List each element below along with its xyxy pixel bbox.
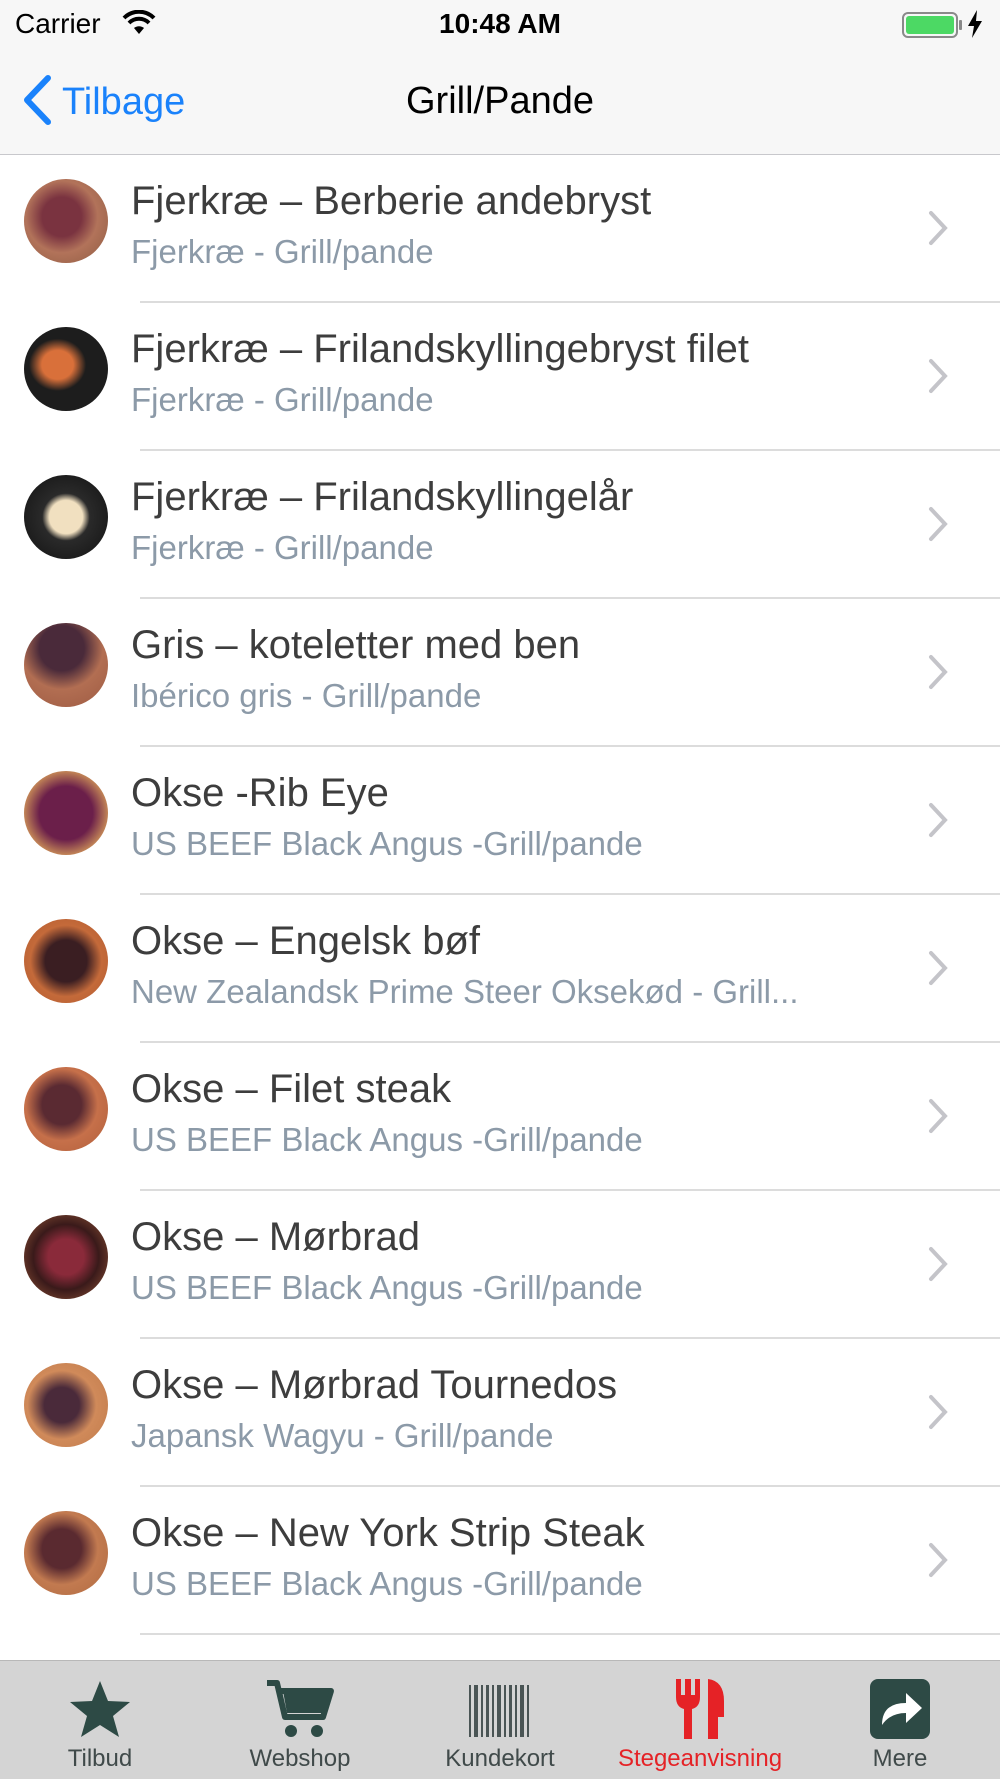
chevron-right-icon (928, 358, 948, 399)
tab-label: Kundekort (445, 1745, 555, 1772)
item-subtitle: US BEEF Black Angus -Grill/pande (131, 1269, 643, 1306)
list-item[interactable]: Okse – New York Strip Steak US BEEF Blac… (0, 1487, 1000, 1635)
list-item[interactable]: Fjerkræ – Frilandskyllingelår Fjerkræ - … (0, 451, 1000, 599)
item-subtitle: Fjerkræ - Grill/pande (131, 529, 434, 566)
list-item[interactable]: Okse – Engelsk bøf New Zealandsk Prime S… (0, 895, 1000, 1043)
fork-knife-icon (600, 1677, 800, 1741)
chevron-right-icon (928, 1394, 948, 1435)
cart-icon (200, 1677, 400, 1741)
tab-tilbud[interactable]: Tilbud (0, 1661, 200, 1779)
tab-kundekort[interactable]: Kundekort (400, 1661, 600, 1779)
item-title: Okse – Mørbrad Tournedos (131, 1363, 618, 1407)
thumbnail-image (24, 623, 108, 707)
item-title: Okse -Rib Eye (131, 771, 389, 815)
tab-webshop[interactable]: Webshop (200, 1661, 400, 1779)
list-item[interactable]: Fjerkræ – Frilandskyllingebryst filet Fj… (0, 303, 1000, 451)
thumbnail-image (24, 1363, 108, 1447)
item-title: Okse – New York Strip Steak (131, 1511, 645, 1555)
chevron-right-icon (928, 802, 948, 843)
list-item[interactable]: Okse -Rib Eye US BEEF Black Angus -Grill… (0, 747, 1000, 895)
tab-stegeanvisning[interactable]: Stegeanvisning (600, 1661, 800, 1779)
share-arrow-icon (800, 1677, 1000, 1741)
item-title: Fjerkræ – Berberie andebryst (131, 179, 652, 223)
charging-icon (966, 10, 984, 43)
tab-label: Tilbud (67, 1745, 133, 1772)
status-bar: Carrier 10:48 AM (0, 0, 1000, 50)
item-subtitle: Ibérico gris - Grill/pande (131, 677, 482, 714)
tab-mere[interactable]: Mere (800, 1661, 1000, 1779)
navigation-bar: Tilbage Grill/Pande (0, 50, 1000, 155)
thumbnail-image (24, 179, 108, 263)
chevron-right-icon (928, 506, 948, 547)
item-subtitle: US BEEF Black Angus -Grill/pande (131, 1565, 643, 1602)
thumbnail-image (24, 475, 108, 559)
item-title: Okse – Mørbrad (131, 1215, 420, 1259)
tab-label: Mere (872, 1745, 928, 1772)
item-subtitle: New Zealandsk Prime Steer Oksekød - Gril… (131, 973, 799, 1010)
chevron-right-icon (928, 1098, 948, 1139)
chevron-right-icon (928, 1542, 948, 1583)
item-subtitle: Fjerkræ - Grill/pande (131, 381, 434, 418)
item-title: Fjerkræ – Frilandskyllingelår (131, 475, 634, 519)
separator (140, 1633, 1000, 1635)
item-title: Okse – Filet steak (131, 1067, 452, 1111)
item-subtitle: US BEEF Black Angus -Grill/pande (131, 1121, 643, 1158)
thumbnail-image (24, 1215, 108, 1299)
list-item[interactable]: Okse – Mørbrad Tournedos Japansk Wagyu -… (0, 1339, 1000, 1487)
chevron-right-icon (928, 950, 948, 991)
barcode-icon (400, 1677, 600, 1741)
thumbnail-image (24, 771, 108, 855)
thumbnail-image (24, 1511, 108, 1595)
recipe-list: Fjerkræ – Berberie andebryst Fjerkræ - G… (0, 155, 1000, 1635)
item-subtitle: Japansk Wagyu - Grill/pande (131, 1417, 554, 1454)
tab-label: Webshop (249, 1745, 351, 1772)
thumbnail-image (24, 1067, 108, 1151)
chevron-right-icon (928, 1246, 948, 1287)
item-subtitle: US BEEF Black Angus -Grill/pande (131, 825, 643, 862)
item-subtitle: Fjerkræ - Grill/pande (131, 233, 434, 270)
item-title: Gris – koteletter med ben (131, 623, 581, 667)
battery-icon (902, 12, 964, 43)
list-item[interactable]: Okse – Filet steak US BEEF Black Angus -… (0, 1043, 1000, 1191)
item-title: Fjerkræ – Frilandskyllingebryst filet (131, 327, 749, 371)
chevron-right-icon (928, 654, 948, 695)
item-title: Okse – Engelsk bøf (131, 919, 481, 963)
tab-bar: Tilbud Webshop Kundekort Stegeanvisning … (0, 1660, 1000, 1779)
star-icon (0, 1677, 200, 1741)
thumbnail-image (24, 919, 108, 1003)
list-item[interactable]: Gris – koteletter med ben Ibérico gris -… (0, 599, 1000, 747)
list-item[interactable]: Fjerkræ – Berberie andebryst Fjerkræ - G… (0, 155, 1000, 303)
tab-label: Stegeanvisning (617, 1745, 783, 1772)
page-title: Grill/Pande (406, 80, 594, 122)
clock: 10:48 AM (439, 8, 561, 39)
list-item[interactable]: Okse – Mørbrad US BEEF Black Angus -Gril… (0, 1191, 1000, 1339)
chevron-right-icon (928, 210, 948, 251)
thumbnail-image (24, 327, 108, 411)
